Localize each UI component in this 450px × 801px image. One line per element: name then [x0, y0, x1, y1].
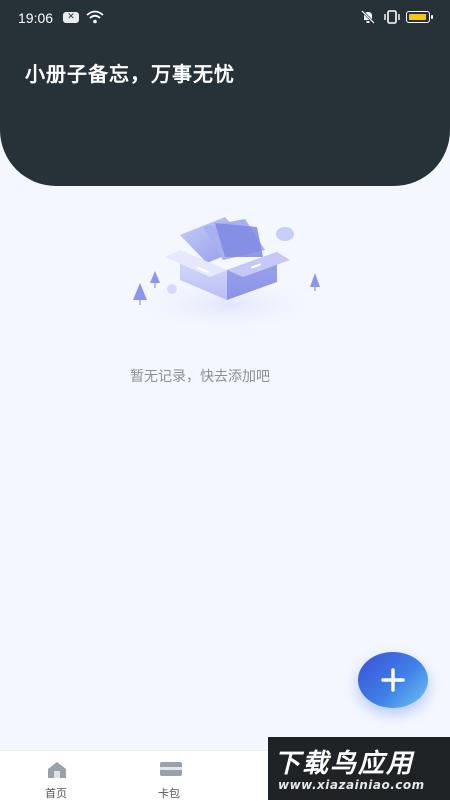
header-slogan: 小册子备忘，万事无忧: [25, 62, 235, 86]
watermark-title: 下载鸟应用: [274, 749, 415, 779]
tab-home[interactable]: 首页: [1, 751, 111, 801]
header-banner: 19:06 ✕ 小册子备忘，万事无忧: [0, 0, 450, 186]
tab-card-wallet[interactable]: 卡包: [114, 751, 224, 801]
mute-bell-icon: [361, 10, 375, 24]
watermark-logo: 下载鸟应用 www.xiazainiao.com: [268, 737, 450, 800]
watermark-url: www.xiazainiao.com: [278, 778, 425, 792]
status-bar: 19:06 ✕: [0, 0, 450, 34]
wifi-icon: [86, 10, 104, 24]
tab-card-label: 卡包: [158, 787, 180, 800]
plus-icon: [381, 668, 405, 692]
empty-box-illustration: [132, 217, 322, 333]
sim-icon: ✕: [63, 12, 79, 23]
empty-state-message: 暂无记录，快去添加吧: [130, 369, 270, 385]
home-icon: [48, 762, 66, 778]
tab-home-label: 首页: [45, 787, 67, 800]
status-time: 19:06: [18, 10, 54, 26]
battery-icon: [406, 11, 433, 23]
add-record-button[interactable]: [358, 652, 428, 708]
card-icon: [160, 762, 182, 776]
vibrate-icon: [384, 10, 400, 24]
